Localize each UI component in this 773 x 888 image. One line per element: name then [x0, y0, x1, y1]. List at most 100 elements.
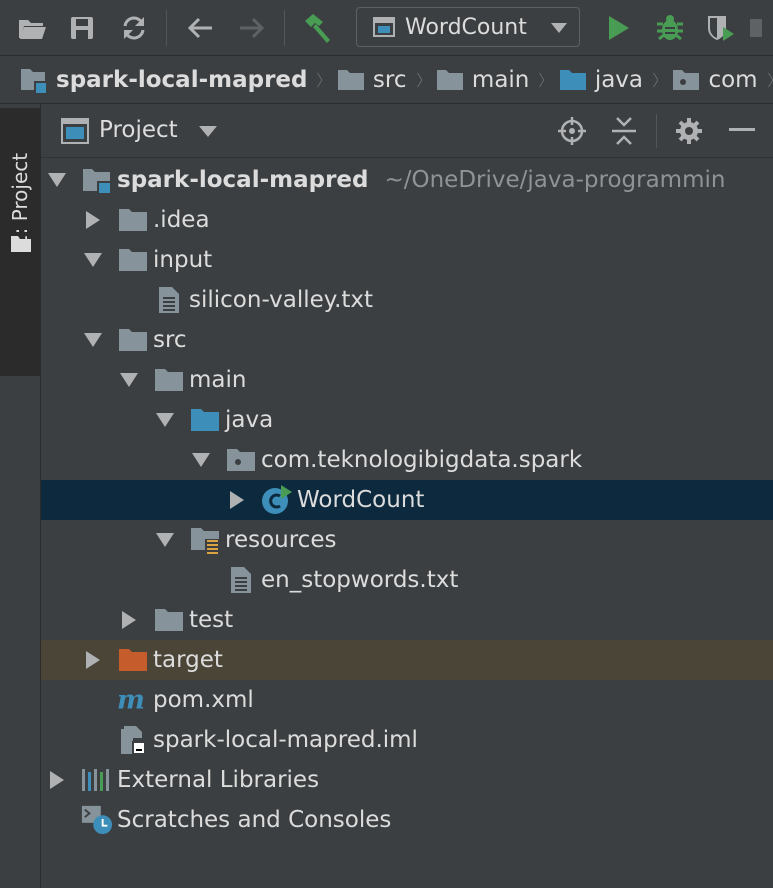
text-file-icon [153, 284, 185, 316]
tree-item-label: java [225, 407, 274, 433]
debug-bug-icon[interactable] [652, 8, 688, 48]
back-arrow-icon[interactable] [182, 8, 218, 48]
tree-item[interactable]: com.teknologibigdata.spark [41, 440, 773, 480]
tree-item-label: pom.xml [153, 687, 254, 713]
run-configuration-selector[interactable]: WordCount [356, 7, 580, 47]
tree-item[interactable]: External Libraries [41, 760, 773, 800]
project-panel-header: Project [41, 104, 773, 158]
svg-text:m: m [117, 687, 145, 713]
tree-item-label: en_stopwords.txt [261, 567, 459, 593]
breadcrumb-item-module[interactable]: spark-local-mapred [20, 66, 307, 94]
breadcrumb-separator-icon [416, 72, 422, 87]
folder-icon [11, 236, 31, 252]
expand-arrow-down-icon[interactable] [117, 368, 141, 392]
breadcrumb-item-main[interactable]: main [436, 67, 529, 93]
iml-file-icon [117, 724, 149, 756]
tree-item[interactable]: spark-local-mapred.iml [41, 720, 773, 760]
folder-icon [153, 604, 185, 636]
tree-item-label: Scratches and Consoles [117, 807, 392, 833]
forward-arrow-icon[interactable] [234, 8, 270, 48]
tree-item-label: External Libraries [117, 767, 320, 793]
source-folder-icon [189, 404, 221, 436]
sync-icon[interactable] [116, 8, 152, 48]
expand-arrow-down-icon[interactable] [81, 248, 105, 272]
run-icon[interactable] [600, 8, 636, 48]
application-window-icon [373, 17, 395, 37]
tree-item-label: test [189, 607, 234, 633]
tree-item-label: spark-local-mapred.iml [153, 727, 418, 753]
java-class-icon [261, 484, 293, 516]
project-view-icon [61, 118, 89, 144]
expand-arrow-down-icon[interactable] [81, 328, 105, 352]
tree-item-label: input [153, 247, 213, 273]
tree-item[interactable]: test [41, 600, 773, 640]
main-toolbar: WordCount [0, 0, 773, 56]
tree-item[interactable]: target [41, 640, 773, 680]
collapse-all-icon[interactable] [611, 116, 637, 146]
breadcrumb-separator-icon [539, 72, 545, 87]
package-icon [225, 444, 257, 476]
tree-item[interactable]: main [41, 360, 773, 400]
locate-target-icon[interactable] [557, 116, 587, 146]
tree-item[interactable]: spark-local-mapred ~/OneDrive/java-progra… [41, 160, 773, 200]
project-tree: spark-local-mapred ~/OneDrive/java-progra… [41, 160, 773, 888]
panel-title: Project [99, 117, 178, 143]
breadcrumb-item-com[interactable]: com [672, 67, 758, 93]
expand-arrow-right-icon[interactable] [45, 768, 69, 792]
tree-item-label: silicon-valley.txt [189, 287, 374, 313]
folder-icon [436, 69, 463, 90]
minimize-icon[interactable] [729, 128, 755, 132]
expand-arrow-right-icon[interactable] [225, 488, 249, 512]
excluded-folder-icon [117, 644, 149, 676]
run-configuration-label: WordCount [405, 14, 527, 40]
open-folder-icon[interactable] [14, 8, 50, 48]
stop-icon[interactable] [748, 8, 773, 48]
expand-arrow-right-icon[interactable] [117, 608, 141, 632]
expand-arrow-right-icon[interactable] [81, 208, 105, 232]
expand-arrow-right-icon[interactable] [81, 648, 105, 672]
tree-item-label: src [153, 327, 187, 353]
expand-arrow-down-icon[interactable] [189, 448, 213, 472]
tree-item[interactable]: en_stopwords.txt [41, 560, 773, 600]
tree-item-label: spark-local-mapred [117, 167, 369, 193]
build-hammer-icon[interactable] [300, 8, 336, 48]
gear-icon[interactable] [675, 117, 703, 145]
tree-item[interactable]: resources [41, 520, 773, 560]
tree-item[interactable]: m pom.xml [41, 680, 773, 720]
folder-icon [117, 204, 149, 236]
tree-item[interactable]: input [41, 240, 773, 280]
breadcrumb-separator-icon [317, 72, 323, 87]
tree-item[interactable]: .idea [41, 200, 773, 240]
breadcrumb-item-java[interactable]: java [559, 67, 643, 93]
coverage-shield-icon[interactable] [702, 8, 738, 48]
tree-item[interactable]: java [41, 400, 773, 440]
save-icon[interactable] [64, 8, 100, 48]
module-icon [81, 164, 113, 196]
breadcrumb: spark-local-mapred src main java com [0, 56, 773, 104]
folder-icon [153, 364, 185, 396]
tree-item-label: target [153, 647, 223, 673]
breadcrumb-separator-icon [767, 72, 773, 87]
module-icon [21, 68, 46, 93]
tree-item[interactable]: src [41, 320, 773, 360]
tree-item-label: resources [225, 527, 337, 553]
tree-item[interactable]: WordCount [41, 480, 773, 520]
expand-arrow-down-icon[interactable] [153, 528, 177, 552]
breadcrumb-item-src[interactable]: src [337, 67, 407, 93]
tree-item[interactable]: silicon-valley.txt [41, 280, 773, 320]
tree-item-label: WordCount [297, 487, 425, 513]
tree-item[interactable]: Scratches and Consoles [41, 800, 773, 840]
source-folder-icon [559, 69, 586, 90]
expand-arrow-down-icon[interactable] [153, 408, 177, 432]
project-tool-window-tab[interactable]: 1: Project [0, 108, 40, 376]
text-file-icon [225, 564, 257, 596]
tree-item-label: com.teknologibigdata.spark [261, 447, 583, 473]
view-dropdown-chevron-icon[interactable] [199, 126, 217, 137]
expand-arrow-down-icon[interactable] [45, 168, 69, 192]
folder-icon [337, 69, 364, 90]
